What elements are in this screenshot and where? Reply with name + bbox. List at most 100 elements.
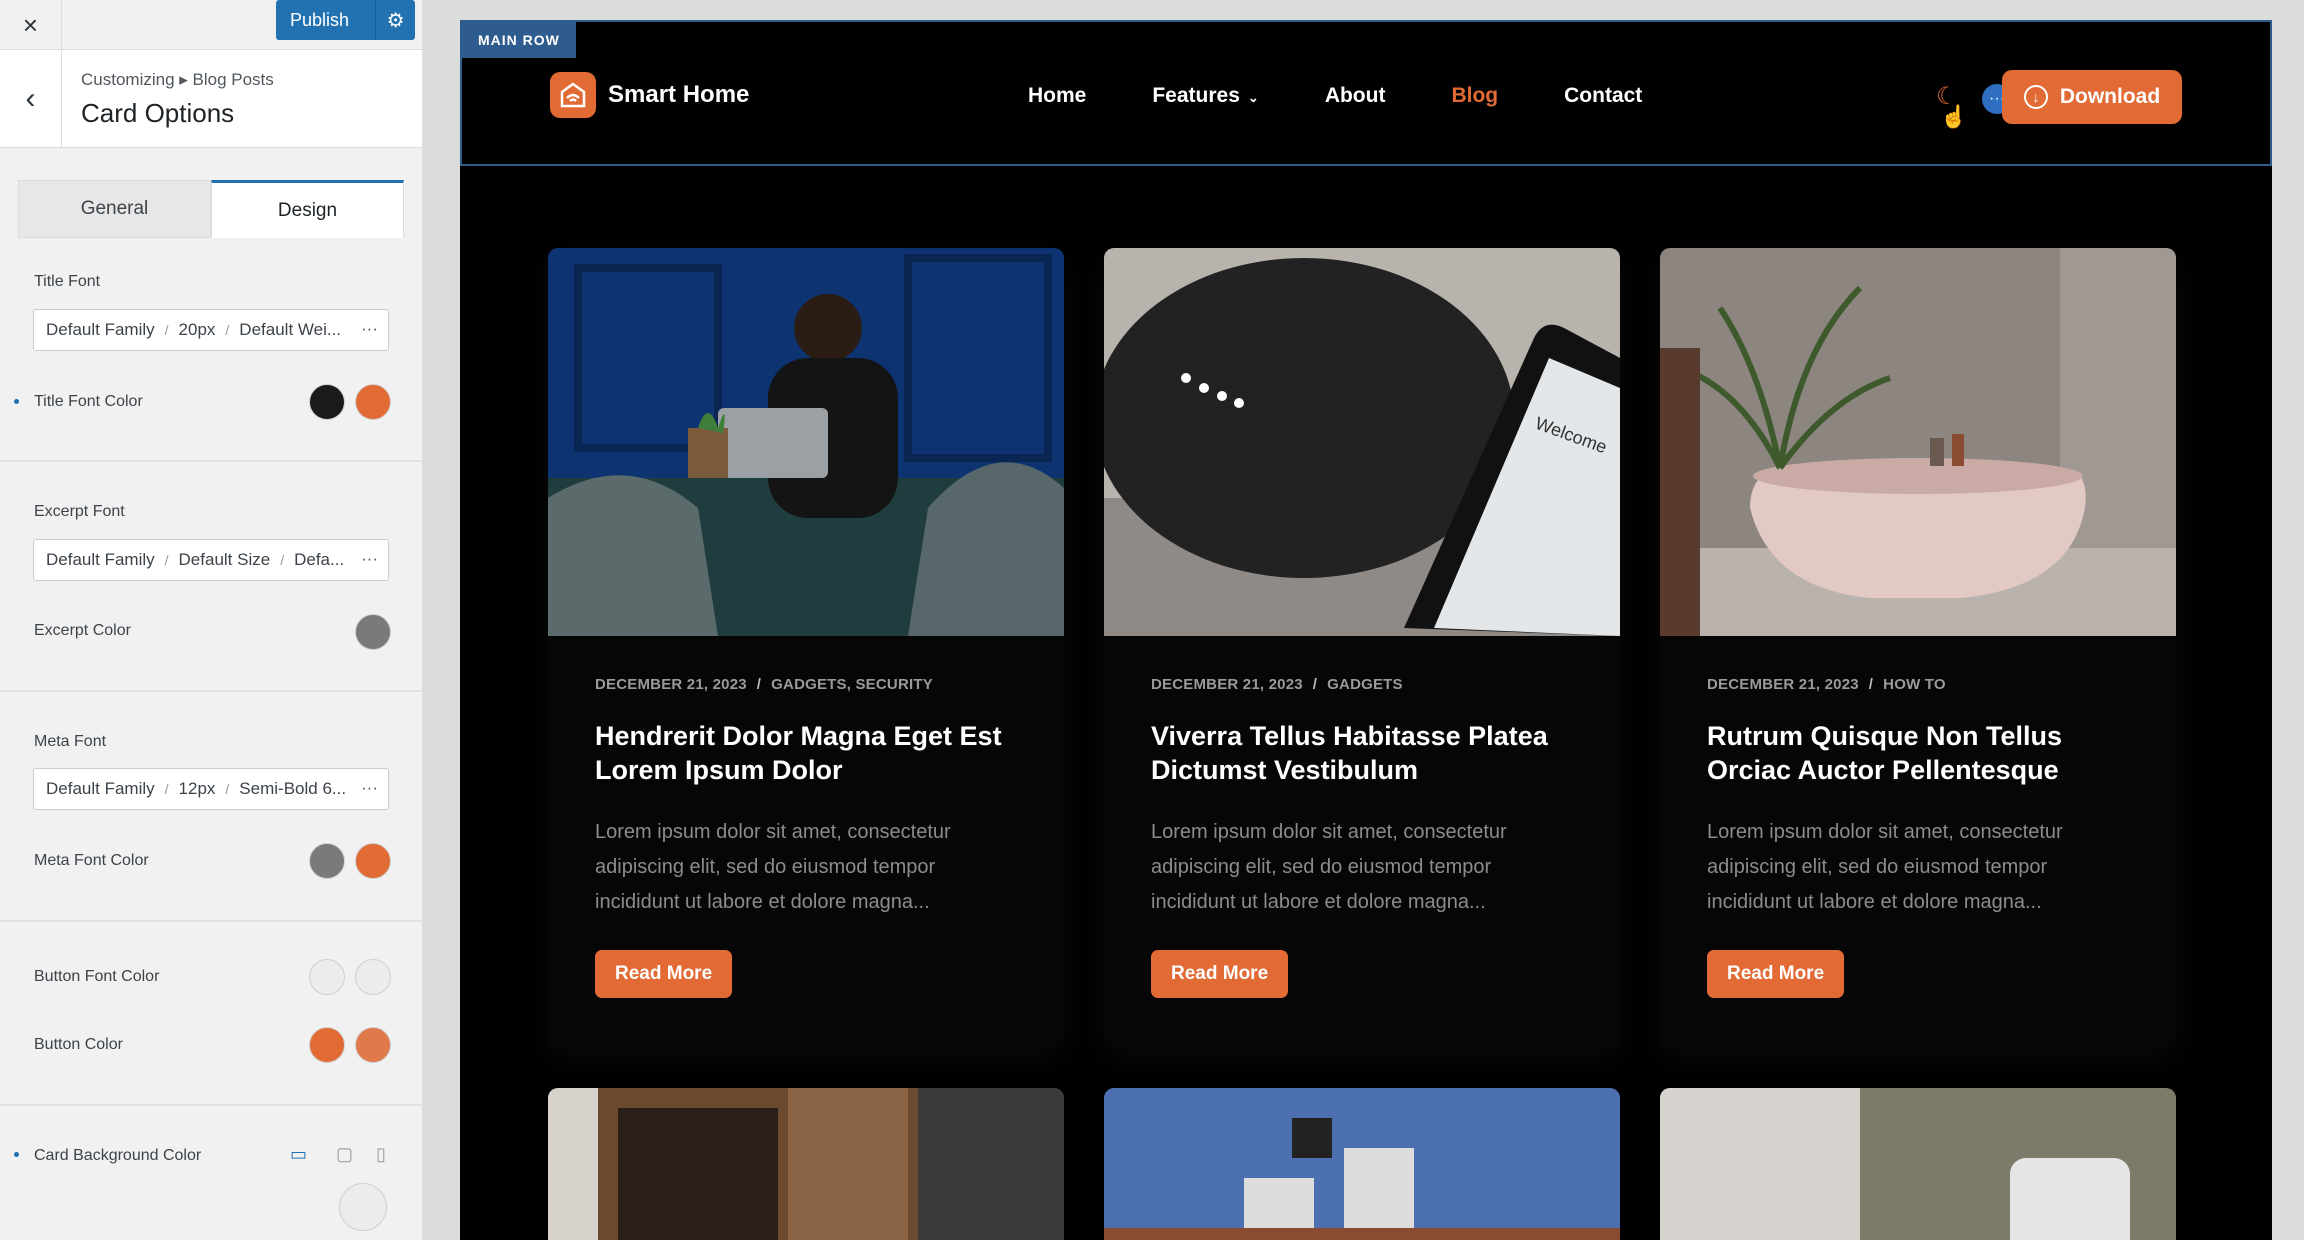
main-row-tag[interactable]: MAIN ROW: [462, 22, 576, 58]
title-font-color-swatch[interactable]: [309, 384, 345, 420]
back-button[interactable]: ‹: [0, 50, 62, 148]
post-thumbnail[interactable]: [1660, 1088, 2176, 1240]
post-thumbnail[interactable]: [1660, 248, 2176, 636]
mobile-icon[interactable]: ▯: [376, 1144, 386, 1165]
title-font-label: Title Font: [34, 273, 101, 290]
nav-home[interactable]: Home: [1028, 84, 1086, 108]
home-logo-icon: [550, 72, 596, 118]
publish-settings-button[interactable]: ⚙: [375, 0, 416, 40]
meta-font-weight: Semi-Bold 6...: [239, 779, 347, 798]
post-title[interactable]: Hendrerit Dolor Magna Eget Est Lorem Ips…: [595, 719, 1025, 787]
excerpt-color-swatch[interactable]: [355, 614, 391, 650]
tablet-icon[interactable]: ▢: [336, 1144, 353, 1165]
post-title[interactable]: Viverra Tellus Habitasse Platea Dictumst…: [1151, 719, 1581, 787]
section-header: ‹ Customizing ▸ Blog Posts Card Options: [0, 50, 422, 148]
chevron-down-icon: ⌄: [1247, 90, 1259, 105]
close-icon: ×: [22, 9, 39, 40]
excerpt-font-label: Excerpt Font: [34, 503, 125, 520]
breadcrumb: Customizing ▸ Blog Posts: [81, 70, 274, 89]
divider: [0, 920, 422, 922]
meta-font-color-swatch[interactable]: [309, 843, 345, 879]
read-more-button[interactable]: Read More: [595, 950, 733, 998]
tab-bar: General Design: [18, 180, 404, 238]
post-title[interactable]: Rutrum Quisque Non Tellus Orciac Auctor …: [1707, 719, 2137, 787]
publish-group: Publish ⚙: [276, 0, 416, 40]
divider: [0, 460, 422, 462]
site-logo[interactable]: Smart Home: [550, 72, 749, 118]
button-color-label: Button Color: [34, 1036, 123, 1053]
close-customizer-button[interactable]: ×: [0, 0, 62, 50]
post-card-body: DECEMBER 21, 2023/HOW TO Rutrum Quisque …: [1707, 676, 2137, 998]
excerpt-font-family: Default Family: [46, 550, 155, 569]
card-background-color-label: Card Background Color: [34, 1147, 202, 1164]
meta-font-hover-color-swatch[interactable]: [355, 843, 391, 879]
post-date: DECEMBER 21, 2023: [1151, 676, 1303, 693]
nav-contact[interactable]: Contact: [1564, 84, 1642, 108]
customizer-sidebar: × Publish ⚙ ‹ Customizing ▸ Blog Posts C…: [0, 0, 424, 1240]
title-font-field[interactable]: Default Family/ 20px / Default Wei... ···: [33, 309, 389, 351]
tab-design[interactable]: Design: [211, 180, 404, 238]
post-meta: DECEMBER 21, 2023/GADGETS: [1151, 676, 1403, 693]
card-background-color-swatch[interactable]: [339, 1183, 387, 1231]
main-row-header: MAIN ROW Smart Home Home Features ⌄ About…: [460, 20, 2272, 166]
post-thumbnail[interactable]: [548, 248, 1064, 636]
customizer-topbar: × Publish ⚙: [0, 0, 422, 50]
publish-button[interactable]: Publish: [276, 0, 376, 40]
nav-features-label: Features: [1152, 84, 1240, 107]
post-thumbnail[interactable]: Welcome: [1104, 248, 1620, 636]
title-font-weight: Default Wei...: [239, 320, 342, 339]
divider: [0, 1104, 422, 1106]
button-color-swatch[interactable]: [309, 1027, 345, 1063]
meta-font-field[interactable]: Default Family/ 12px / Semi-Bold 6... ···: [33, 768, 389, 810]
download-icon: ↓: [2023, 85, 2048, 109]
modified-indicator: [14, 1152, 19, 1157]
more-icon[interactable]: ···: [361, 319, 378, 339]
site-name: Smart Home: [608, 81, 750, 108]
more-icon[interactable]: ···: [361, 778, 378, 798]
post-date: DECEMBER 21, 2023: [1707, 676, 1859, 693]
primary-nav: Home Features ⌄ About Blog Contact: [1028, 84, 1708, 108]
section-title: Card Options: [81, 98, 235, 128]
post-categories[interactable]: GADGETS, SECURITY: [771, 676, 933, 693]
more-icon[interactable]: ···: [361, 549, 378, 569]
post-meta: DECEMBER 21, 2023/HOW TO: [1707, 676, 1946, 693]
site-preview: MAIN ROW Smart Home Home Features ⌄ About…: [460, 20, 2272, 1240]
title-font-hover-color-swatch[interactable]: [355, 384, 391, 420]
title-font-color-label: Title Font Color: [34, 393, 143, 410]
gear-icon: ⚙: [386, 9, 405, 32]
post-card-body: DECEMBER 21, 2023/GADGETS, SECURITY Hend…: [595, 676, 1025, 998]
title-font-size: 20px: [178, 320, 216, 339]
divider: [0, 690, 422, 692]
post-categories[interactable]: HOW TO: [1883, 676, 1946, 693]
button-hover-color-swatch[interactable]: [355, 1027, 391, 1063]
post-card: DECEMBER 21, 2023/GADGETS, SECURITY Hend…: [548, 248, 1064, 1048]
nav-features[interactable]: Features ⌄: [1152, 84, 1258, 108]
button-font-color-swatch[interactable]: [309, 959, 345, 995]
post-card: DECEMBER 21, 2023/HOW TO Rutrum Quisque …: [1660, 248, 2176, 1048]
post-excerpt: Lorem ipsum dolor sit amet, consectetur …: [1151, 821, 1507, 913]
desktop-icon[interactable]: ▭: [290, 1144, 307, 1165]
chevron-left-icon: ‹: [25, 82, 36, 115]
nav-blog[interactable]: Blog: [1451, 84, 1498, 108]
read-more-button[interactable]: Read More: [1707, 950, 1845, 998]
excerpt-font-weight: Defa...: [294, 550, 345, 569]
meta-font-family: Default Family: [46, 779, 155, 798]
meta-font-color-label: Meta Font Color: [34, 852, 149, 869]
post-excerpt: Lorem ipsum dolor sit amet, consectetur …: [595, 821, 951, 913]
excerpt-font-field[interactable]: Default Family / Default Size / Defa... ··…: [33, 539, 389, 581]
post-card-body: DECEMBER 21, 2023/GADGETS Viverra Tellus…: [1151, 676, 1581, 998]
nav-about[interactable]: About: [1325, 84, 1386, 108]
post-thumbnail[interactable]: [1104, 1088, 1620, 1240]
download-label: Download: [2059, 85, 2161, 108]
tab-general[interactable]: General: [18, 180, 211, 238]
read-more-button[interactable]: Read More: [1151, 950, 1289, 998]
button-font-hover-color-swatch[interactable]: [355, 959, 391, 995]
download-button[interactable]: ↓ Download: [2002, 70, 2182, 124]
modified-indicator: [14, 399, 19, 404]
post-card: Welcome DECEMBER 21, 2023/GADGETS Viverr…: [1104, 248, 1620, 1048]
post-categories[interactable]: GADGETS: [1327, 676, 1403, 693]
post-thumbnail[interactable]: [548, 1088, 1064, 1240]
pointer-cursor-icon: ☝: [1940, 104, 1968, 129]
meta-font-size: 12px: [178, 779, 216, 798]
post-meta: DECEMBER 21, 2023/GADGETS, SECURITY: [595, 676, 933, 693]
